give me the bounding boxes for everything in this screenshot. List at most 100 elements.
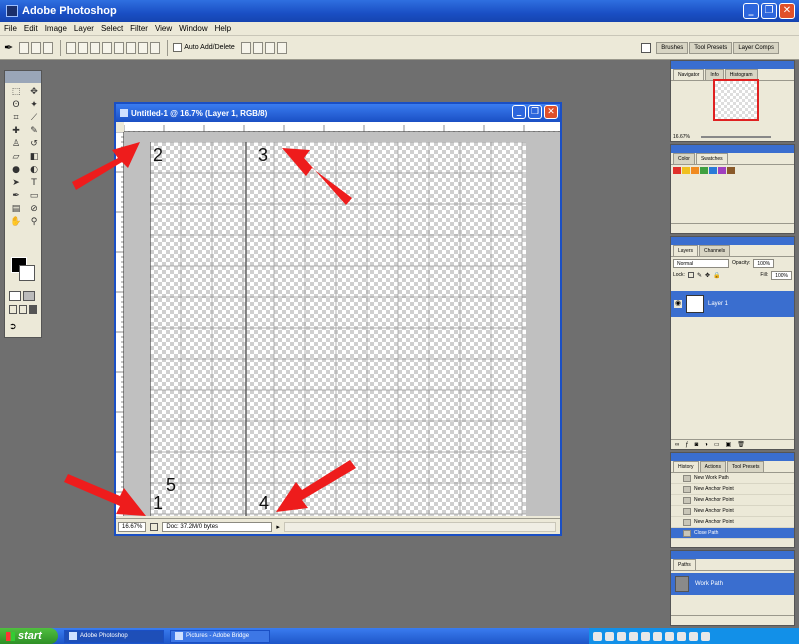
tray-icon[interactable]	[701, 631, 710, 641]
pen-tool-preset-icon[interactable]: ✒	[4, 41, 13, 54]
lock-position-icon[interactable]: ✥	[705, 272, 710, 279]
background-color-swatch[interactable]	[19, 265, 35, 281]
screen-mode-full-menu-icon[interactable]	[19, 305, 27, 314]
navigator-preview[interactable]	[713, 79, 759, 121]
path-row[interactable]: Work Path	[671, 573, 794, 595]
tab-swatches[interactable]: Swatches	[695, 153, 728, 164]
color-swatch[interactable]	[691, 167, 699, 174]
tray-icon[interactable]	[593, 631, 602, 641]
intersect-path-button[interactable]	[264, 41, 275, 54]
task-photoshop[interactable]: Adobe Photoshop	[64, 629, 164, 643]
marquee-tool-icon[interactable]: ⬚	[8, 86, 24, 98]
eyedropper-tool-icon[interactable]: ⊘	[26, 203, 42, 215]
blur-tool-icon[interactable]: ●	[8, 164, 24, 176]
document-close-button[interactable]: ✕	[544, 105, 558, 119]
auto-add-delete-checkbox[interactable]	[173, 43, 183, 52]
subtract-path-button[interactable]	[252, 41, 263, 54]
layer-mask-icon[interactable]: ◙	[695, 442, 699, 448]
link-layers-icon[interactable]: ∞	[675, 442, 679, 448]
tab-color[interactable]: Color	[673, 153, 695, 164]
horizontal-scrollbar[interactable]	[283, 521, 556, 532]
screen-mode-standard-icon[interactable]	[9, 305, 17, 314]
color-swatch[interactable]	[673, 167, 681, 174]
blend-mode-select[interactable]: Normal	[673, 258, 729, 268]
menu-filter[interactable]: Filter	[130, 24, 148, 33]
well-tab-layer-comps[interactable]: Layer Comps	[733, 42, 779, 54]
menu-view[interactable]: View	[155, 24, 172, 33]
tray-icon[interactable]	[605, 631, 614, 641]
dodge-tool-icon[interactable]: ◐	[26, 164, 42, 176]
jump-to-imageready-icon[interactable]: ➲	[9, 321, 17, 332]
pen-tool-icon[interactable]: ✒	[8, 190, 24, 202]
color-swatch[interactable]	[727, 167, 735, 174]
tool-palette-header[interactable]	[5, 71, 41, 83]
tray-icon[interactable]	[653, 631, 662, 641]
delete-layer-icon[interactable]: 🗑	[737, 441, 745, 448]
menu-select[interactable]: Select	[101, 24, 123, 33]
tray-icon[interactable]	[641, 631, 650, 641]
minimize-button[interactable]: _	[743, 3, 759, 19]
menu-layer[interactable]: Layer	[74, 24, 94, 33]
lock-transparency-icon[interactable]	[687, 272, 694, 278]
restore-button[interactable]: ❐	[761, 3, 777, 19]
eye-icon[interactable]: ◉	[674, 300, 682, 308]
screen-mode-full-icon[interactable]	[29, 305, 37, 314]
menu-edit[interactable]: Edit	[24, 24, 38, 33]
status-menu-arrow[interactable]: ▸	[276, 523, 280, 531]
opacity-field[interactable]: 100%	[753, 258, 775, 268]
well-tab-tool-presets[interactable]: Tool Presets	[689, 42, 733, 54]
rectangle-button[interactable]	[90, 41, 101, 54]
slice-tool-icon[interactable]: ⟋	[26, 112, 42, 124]
history-item[interactable]: New Anchor Point	[671, 484, 794, 495]
path-selection-icon[interactable]: ➤	[8, 177, 24, 189]
status-info-icon[interactable]	[150, 522, 159, 531]
gradient-tool-icon[interactable]: ◧	[26, 151, 42, 163]
navigator-zoom-slider[interactable]	[701, 136, 771, 138]
history-item-current[interactable]: Close Path	[671, 528, 794, 539]
history-item[interactable]: New Anchor Point	[671, 517, 794, 528]
horizontal-ruler[interactable]	[123, 122, 560, 135]
zoom-tool-icon[interactable]: ⚲	[26, 216, 42, 228]
eraser-tool-icon[interactable]: ▱	[8, 151, 24, 163]
color-swatch[interactable]	[709, 167, 717, 174]
tab-history[interactable]: History	[673, 461, 699, 472]
magic-wand-tool-icon[interactable]: ✦	[26, 99, 42, 111]
exclude-path-button[interactable]	[276, 41, 287, 54]
fill-field[interactable]: 100%	[771, 270, 792, 280]
layers-palette-bar[interactable]	[671, 237, 794, 245]
hand-tool-icon[interactable]: ✋	[8, 216, 24, 228]
task-bridge[interactable]: Pictures - Adobe Bridge	[170, 629, 270, 643]
history-palette-bar[interactable]	[671, 453, 794, 461]
polygon-button[interactable]	[126, 41, 137, 54]
brush-tool-icon[interactable]: ✎	[26, 125, 42, 137]
new-layer-icon[interactable]: ▣	[726, 441, 732, 448]
shape-layers-button[interactable]	[19, 41, 30, 54]
palette-well-icon[interactable]	[641, 43, 652, 53]
add-to-path-button[interactable]	[240, 41, 251, 54]
history-item[interactable]: New Work Path	[671, 473, 794, 484]
rounded-rectangle-button[interactable]	[102, 41, 113, 54]
color-swatch[interactable]	[682, 167, 690, 174]
zoom-level-field[interactable]: 16.67%	[118, 521, 147, 532]
tray-icon[interactable]	[617, 631, 626, 641]
swatches-palette-bar[interactable]	[671, 145, 794, 153]
document-title-bar[interactable]: Untitled-1 @ 16.7% (Layer 1, RGB/8) _ ❐ …	[116, 104, 560, 122]
document-maximize-button[interactable]: ❐	[528, 105, 542, 119]
notes-tool-icon[interactable]: ▤	[8, 203, 24, 215]
lock-all-icon[interactable]: 🔒	[713, 272, 720, 279]
document-minimize-button[interactable]: _	[512, 105, 526, 119]
tray-icon[interactable]	[665, 631, 674, 641]
navigator-palette-bar[interactable]	[671, 61, 794, 69]
fill-pixels-button[interactable]	[43, 41, 54, 54]
color-swatch[interactable]	[718, 167, 726, 174]
standard-mode-icon[interactable]	[9, 291, 21, 301]
new-group-icon[interactable]: ▭	[714, 441, 720, 448]
line-button[interactable]	[138, 41, 149, 54]
custom-shape-button[interactable]	[150, 41, 161, 54]
menu-file[interactable]: File	[4, 24, 17, 33]
menu-help[interactable]: Help	[215, 24, 231, 33]
lock-image-icon[interactable]: ✎	[697, 272, 702, 279]
tab-layers[interactable]: Layers	[673, 245, 699, 256]
tray-icon[interactable]	[689, 631, 698, 641]
start-button[interactable]: start	[0, 628, 58, 644]
